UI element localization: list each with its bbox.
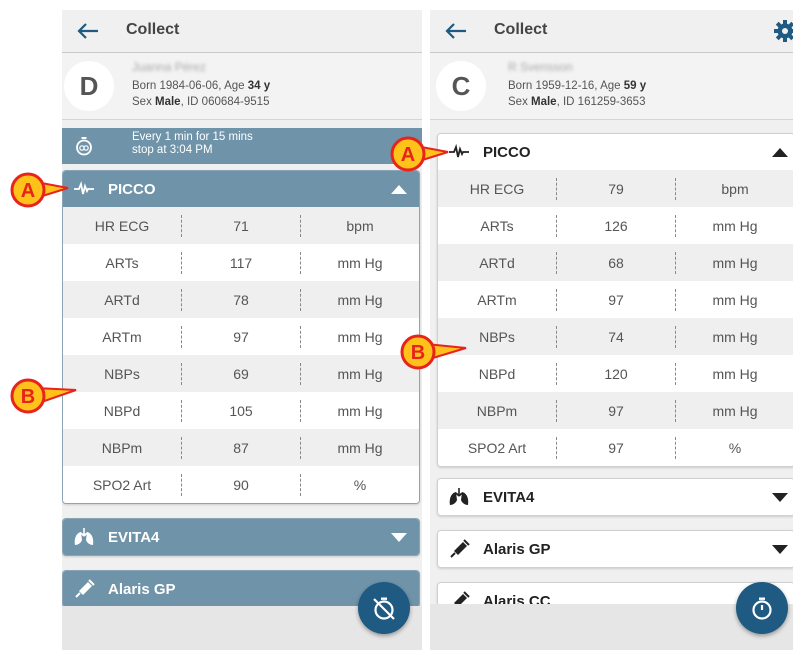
callout-letter: A bbox=[21, 180, 35, 202]
expand-caret-icon[interactable] bbox=[391, 533, 407, 542]
callout-letter: A bbox=[401, 144, 415, 166]
gear-icon[interactable] bbox=[773, 19, 793, 43]
waveform-icon bbox=[449, 143, 469, 158]
table-row: NBPs 69 mm Hg bbox=[63, 355, 419, 392]
callout-b-right: B bbox=[400, 334, 467, 370]
stopwatch-icon bbox=[76, 137, 92, 156]
evita4-card[interactable]: EVITA4 bbox=[437, 478, 793, 516]
patient-born: Born 1959-12-16, Age 59 y bbox=[508, 80, 647, 92]
evita4-label: EVITA4 bbox=[483, 489, 535, 506]
picco-card: PICCO HR ECG 71 bpm ARTs 117 mm Hg ARTd 78 mm … bbox=[62, 170, 420, 504]
callout-letter: B bbox=[21, 386, 35, 408]
evita4-header[interactable]: EVITA4 bbox=[438, 479, 793, 515]
table-row: NBPm 87 mm Hg bbox=[63, 429, 419, 466]
callout-a-right: A bbox=[390, 136, 449, 172]
table-row: ARTs 126 mm Hg bbox=[438, 207, 793, 244]
table-row: NBPd 120 mm Hg bbox=[438, 355, 793, 392]
syringe-icon bbox=[450, 539, 470, 558]
patient-born: Born 1984-06-06, Age 34 y bbox=[132, 80, 271, 92]
evita4-label: EVITA4 bbox=[108, 529, 160, 546]
top-bar: Collect bbox=[62, 10, 422, 53]
page-title: Collect bbox=[126, 21, 180, 38]
picco-table: HR ECG 79 bpm ARTs 126 mm Hg ARTd 68 mm Hg ART… bbox=[438, 170, 793, 466]
callout-a-left: A bbox=[10, 172, 69, 208]
callout-b-left: B bbox=[10, 378, 77, 414]
evita4-card[interactable]: EVITA4 bbox=[62, 518, 420, 556]
picco-header[interactable]: PICCO bbox=[63, 171, 419, 207]
table-row: NBPm 97 mm Hg bbox=[438, 392, 793, 429]
avatar: D bbox=[64, 61, 114, 111]
collapse-caret-icon[interactable] bbox=[391, 185, 407, 194]
collapse-caret-icon[interactable] bbox=[772, 148, 788, 157]
table-row: HR ECG 71 bpm bbox=[63, 207, 419, 244]
collection-timer-bar[interactable]: Every 1 min for 15 mins stop at 3:04 PM bbox=[62, 128, 422, 164]
stopwatch-off-icon bbox=[373, 597, 395, 620]
picco-card: PICCO HR ECG 79 bpm ARTs 126 mm Hg ARTd 68 mm … bbox=[437, 133, 793, 467]
back-arrow-icon[interactable] bbox=[442, 18, 470, 44]
patient-header: D Juanna Pérez Born 1984-06-06, Age 34 y… bbox=[62, 53, 422, 120]
picco-label: PICCO bbox=[108, 181, 156, 198]
right-screen: Collect C R Svensson Born 1959-12-16, Ag… bbox=[430, 10, 793, 650]
table-row: SPO2 Art 90% bbox=[63, 466, 419, 503]
table-row: HR ECG 79 bpm bbox=[438, 170, 793, 207]
timer-text: Every 1 min for 15 mins stop at 3:04 PM bbox=[132, 131, 253, 156]
stopwatch-icon bbox=[752, 597, 772, 620]
syringe-icon bbox=[75, 579, 95, 598]
table-row: NBPd 105 mm Hg bbox=[63, 392, 419, 429]
patient-sex-id: Sex Male, ID 161259-3653 bbox=[508, 96, 646, 108]
expand-caret-icon[interactable] bbox=[772, 545, 788, 554]
table-row: ARTd 78 mm Hg bbox=[63, 281, 419, 318]
alaris-gp-label: Alaris GP bbox=[108, 581, 176, 598]
page-title: Collect bbox=[494, 21, 548, 38]
expand-caret-icon[interactable] bbox=[772, 493, 788, 502]
alaris-gp-card[interactable]: Alaris GP bbox=[437, 530, 793, 568]
patient-sex-id: Sex Male, ID 060684-9515 bbox=[132, 96, 270, 108]
waveform-icon bbox=[74, 180, 94, 195]
lungs-icon bbox=[449, 488, 469, 505]
start-timer-button[interactable] bbox=[736, 582, 788, 634]
avatar: C bbox=[436, 61, 486, 111]
stop-timer-button[interactable] bbox=[358, 582, 410, 634]
alaris-gp-label: Alaris GP bbox=[483, 541, 551, 558]
back-arrow-icon[interactable] bbox=[74, 18, 102, 44]
table-row: ARTm 97 mm Hg bbox=[438, 281, 793, 318]
patient-name: Juanna Pérez bbox=[132, 60, 207, 74]
lungs-icon bbox=[74, 528, 94, 545]
picco-table: HR ECG 71 bpm ARTs 117 mm Hg ARTd 78 mm Hg ART… bbox=[63, 207, 419, 503]
patient-header: C R Svensson Born 1959-12-16, Age 59 y S… bbox=[430, 53, 793, 120]
table-row: ARTm 97 mm Hg bbox=[63, 318, 419, 355]
table-row: ARTd 68 mm Hg bbox=[438, 244, 793, 281]
picco-header[interactable]: PICCO bbox=[438, 134, 793, 170]
picco-label: PICCO bbox=[483, 144, 531, 161]
table-row: ARTs 117 mm Hg bbox=[63, 244, 419, 281]
callout-letter: B bbox=[411, 342, 425, 364]
left-screen: Collect D Juanna Pérez Born 1984-06-06, … bbox=[62, 10, 422, 650]
table-row: NBPs 74 mm Hg bbox=[438, 318, 793, 355]
top-bar: Collect bbox=[430, 10, 793, 53]
alaris-gp-header[interactable]: Alaris GP bbox=[438, 531, 793, 567]
patient-name: R Svensson bbox=[508, 60, 573, 74]
table-row: SPO2 Art 97% bbox=[438, 429, 793, 466]
evita4-header[interactable]: EVITA4 bbox=[63, 519, 419, 555]
